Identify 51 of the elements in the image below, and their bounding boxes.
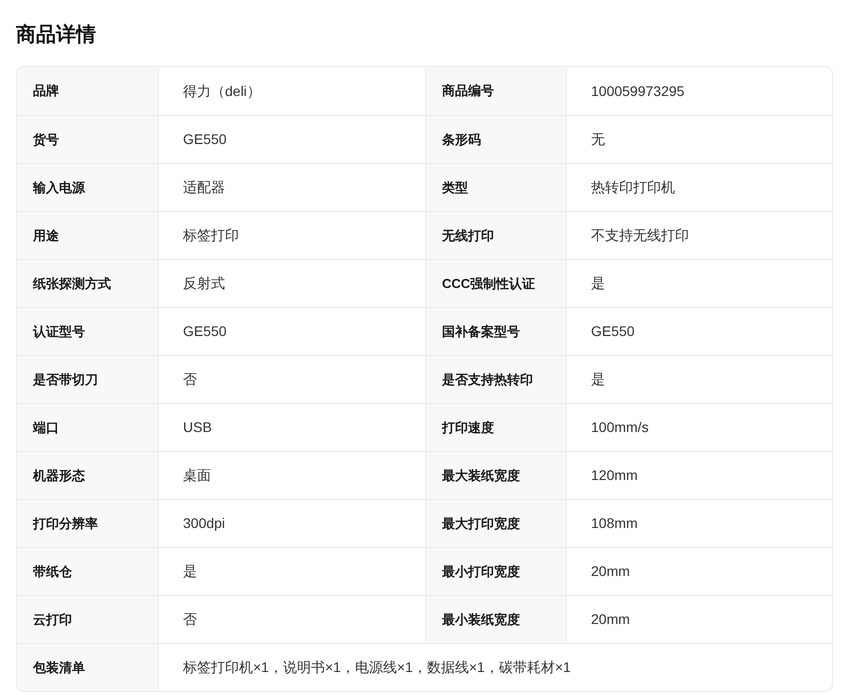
spec-value: 是 [591, 370, 605, 389]
spec-value: 反射式 [183, 274, 225, 293]
spec-value: 否 [183, 610, 197, 629]
spec-label: 打印速度 [442, 418, 494, 437]
spec-value: 108mm [591, 514, 638, 533]
spec-value: 标签打印 [183, 226, 239, 245]
spec-label: 是否支持热转印 [442, 370, 533, 389]
spec-label: 包装清单 [33, 658, 85, 677]
spec-label: 输入电源 [33, 178, 85, 197]
spec-value: 热转印打印机 [591, 178, 675, 197]
spec-label: 无线打印 [442, 226, 494, 245]
spec-value: 否 [183, 370, 197, 389]
spec-value: 20mm [591, 562, 630, 581]
spec-value: 不支持无线打印 [591, 226, 689, 245]
spec-label: CCC强制性认证 [442, 274, 536, 293]
spec-value: GE550 [183, 322, 227, 341]
spec-label: 最小装纸宽度 [442, 610, 520, 629]
spec-value: 桌面 [183, 466, 211, 485]
spec-value: 无 [591, 130, 605, 149]
spec-label: 类型 [442, 178, 468, 197]
spec-value: 100mm/s [591, 418, 649, 437]
spec-label: 认证型号 [33, 322, 85, 341]
spec-label: 最大装纸宽度 [442, 466, 520, 485]
spec-value: 100059973295 [591, 82, 684, 100]
spec-label: 最大打印宽度 [442, 514, 520, 533]
spec-label: 最小打印宽度 [442, 562, 520, 581]
spec-label: 条形码 [442, 130, 481, 149]
spec-value: USB [183, 418, 212, 437]
spec-value: GE550 [591, 322, 635, 341]
spec-value: 适配器 [183, 178, 225, 197]
spec-label: 带纸仓 [33, 562, 72, 581]
spec-label: 国补备案型号 [442, 322, 520, 341]
spec-label: 货号 [33, 130, 59, 149]
spec-value: 标签打印机×1，说明书×1，电源线×1，数据线×1，碳带耗材×1 [183, 658, 571, 677]
spec-label: 品牌 [33, 82, 59, 100]
spec-label: 机器形态 [33, 466, 85, 485]
spec-label: 是否带切刀 [33, 370, 98, 389]
section-title: 商品详情 [16, 22, 97, 48]
spec-value: 是 [183, 562, 197, 581]
spec-value: 120mm [591, 466, 638, 485]
spec-value: 是 [591, 274, 605, 293]
spec-label: 端口 [33, 418, 59, 437]
spec-label: 云打印 [33, 610, 72, 629]
spec-label: 商品编号 [442, 82, 494, 100]
spec-value: GE550 [183, 130, 227, 149]
spec-label: 用途 [33, 226, 59, 245]
spec-value: 20mm [591, 610, 630, 629]
spec-value: 300dpi [183, 514, 226, 533]
spec-label: 纸张探测方式 [33, 274, 111, 293]
spec-value: 得力（deli） [183, 82, 261, 100]
spec-label: 打印分辨率 [33, 514, 98, 533]
